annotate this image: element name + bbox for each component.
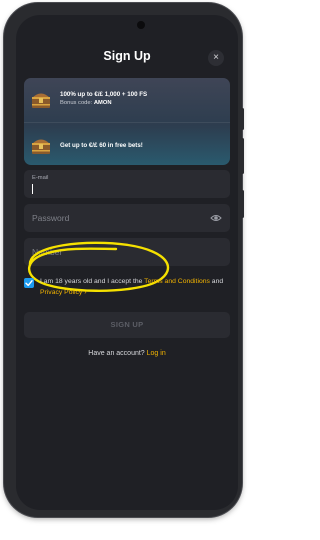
treasure-chest-icon (30, 135, 52, 155)
close-icon: × (213, 52, 219, 63)
volume-up-button (241, 108, 244, 130)
promo-item-freebets[interactable]: Get up to €/£ 60 in free bets! (30, 135, 143, 155)
sign-up-button[interactable]: SIGN UP (24, 312, 230, 338)
phone-screen: Sign Up × 100% up to €/£ 1,000 + 100 FS (16, 15, 238, 510)
promo-freebets-title: Get up to €/£ 60 in free bets! (60, 141, 143, 149)
text-caret (32, 184, 33, 194)
email-label: E-mail (32, 175, 49, 181)
terms-checkbox[interactable] (24, 278, 34, 288)
eye-icon[interactable] (210, 212, 222, 224)
modal-title: Sign Up (103, 49, 151, 63)
password-placeholder: Password (32, 213, 70, 223)
email-field[interactable]: E-mail (24, 170, 230, 198)
treasure-chest-icon (30, 89, 52, 109)
promo-bonus-title: 100% up to €/£ 1,000 + 100 FS (60, 91, 148, 98)
promo-divider (24, 122, 230, 123)
number-field[interactable]: Number (24, 238, 230, 266)
have-account-prompt: Have an account? Log in (88, 350, 166, 357)
terms-link[interactable]: Terms and Conditions (144, 278, 210, 285)
close-button[interactable]: × (208, 50, 224, 66)
front-camera (137, 21, 145, 29)
promo-bonus-code: Bonus code: AMON (60, 100, 112, 106)
privacy-policy-link[interactable]: Privacy Policy (40, 289, 82, 296)
promo-item-bonus[interactable]: 100% up to €/£ 1,000 + 100 FS Bonus code… (30, 89, 147, 109)
password-field[interactable]: Password (24, 204, 230, 232)
terms-text: I am 18 years old and I accept the Terms… (40, 278, 224, 296)
volume-down-button (241, 138, 244, 174)
promo-banner: 100% up to €/£ 1,000 + 100 FS Bonus code… (24, 78, 230, 165)
phone-frame: Sign Up × 100% up to €/£ 1,000 + 100 FS (4, 3, 242, 517)
power-button (241, 190, 244, 218)
login-link[interactable]: Log in (147, 350, 166, 357)
number-placeholder: Number (32, 247, 63, 257)
